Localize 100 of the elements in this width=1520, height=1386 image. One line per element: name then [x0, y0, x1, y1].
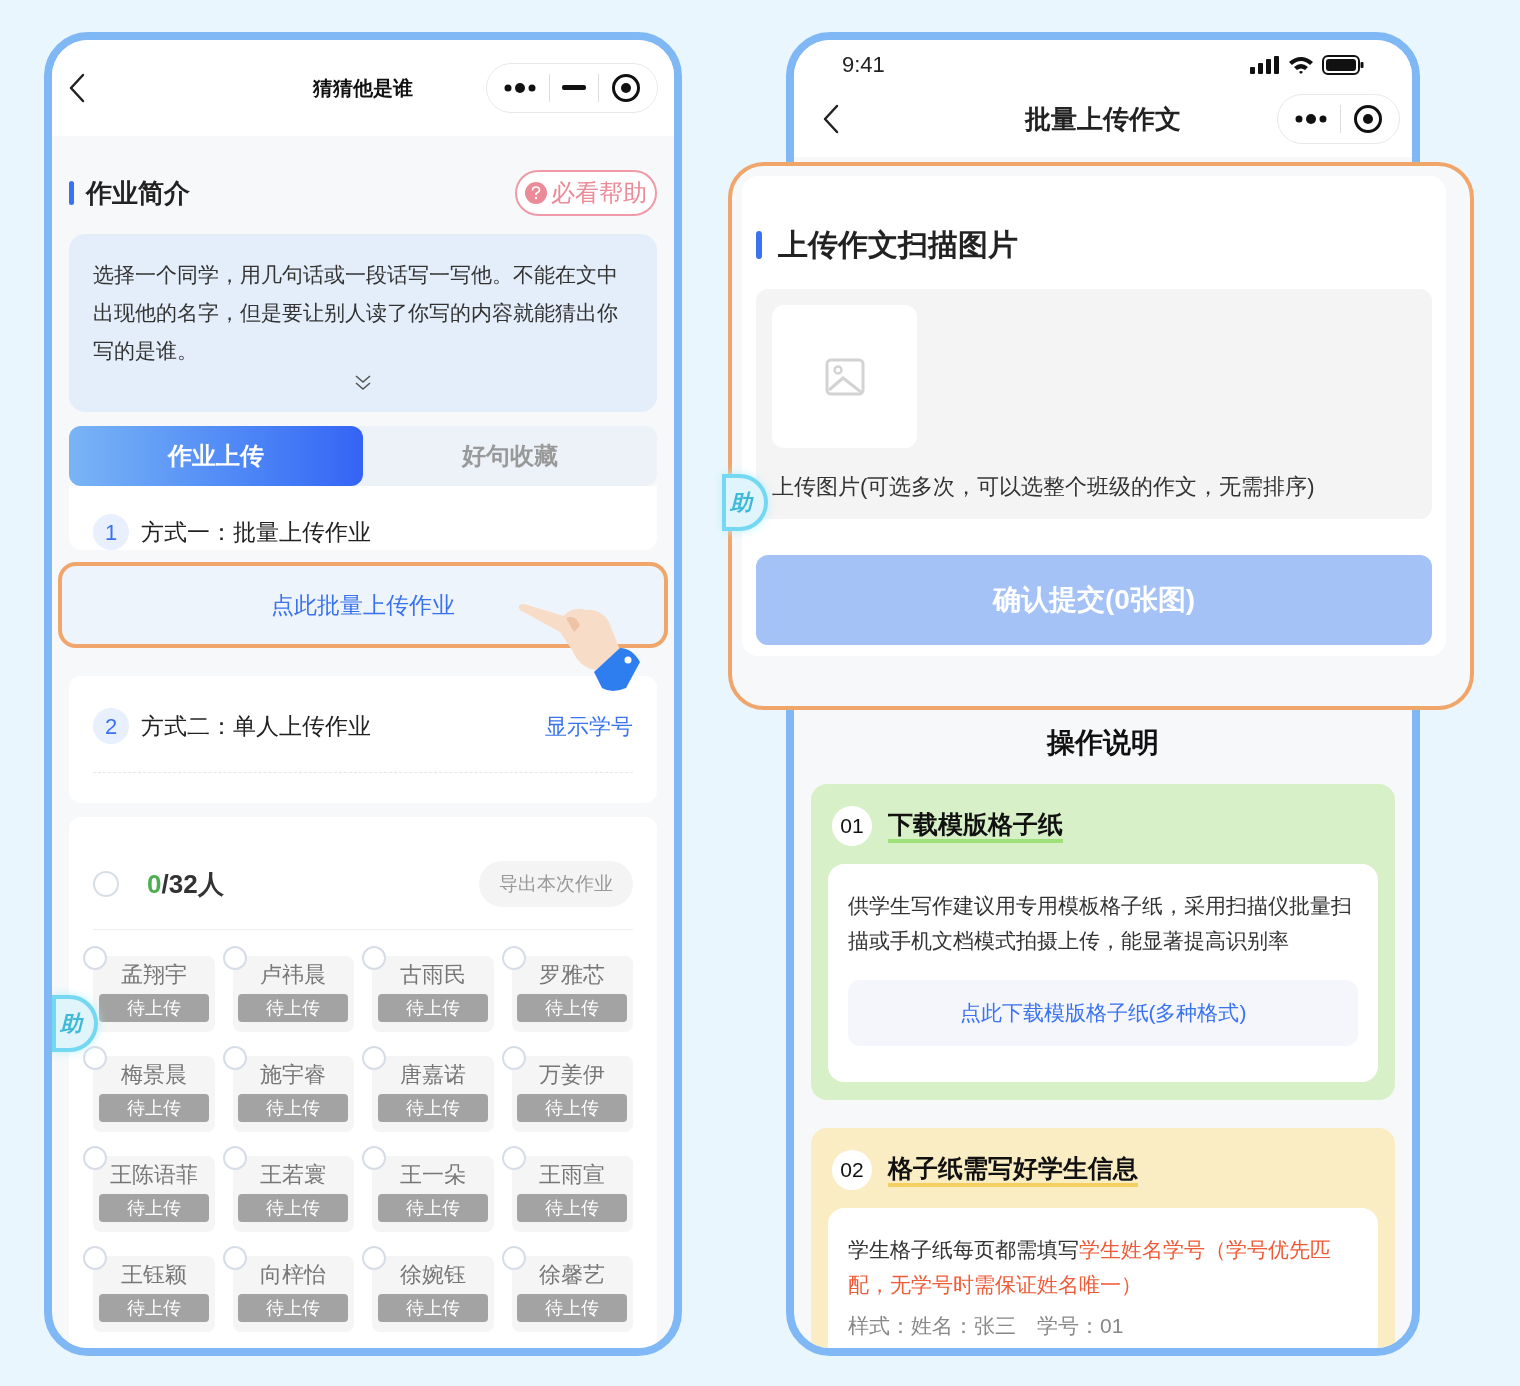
radio-button[interactable]: [501, 946, 526, 970]
radio-button[interactable]: [83, 946, 107, 970]
student-name: 万姜伊: [539, 1061, 606, 1089]
student-name: 王钰颖: [120, 1261, 187, 1289]
status-badge: 待上传: [238, 1194, 349, 1222]
student-tile[interactable]: 罗雅芯 待上传: [511, 956, 633, 1032]
student-name: 王雨宣: [539, 1161, 606, 1189]
status-badge: 待上传: [238, 1094, 349, 1122]
status-badge: 待上传: [377, 1294, 488, 1322]
student-tile[interactable]: 孟翔宇 待上传: [93, 956, 215, 1032]
radio-button[interactable]: [222, 1146, 247, 1170]
expand-icon[interactable]: [353, 374, 373, 392]
more-icon[interactable]: [1294, 113, 1328, 125]
student-tile[interactable]: 梅景晨 待上传: [93, 1056, 215, 1132]
student-name: 向梓怡: [260, 1261, 327, 1289]
radio-button[interactable]: [501, 1046, 526, 1070]
status-badge: 待上传: [238, 1294, 349, 1322]
show-id-link[interactable]: 显示学号: [545, 709, 633, 743]
radio-button[interactable]: [362, 946, 386, 970]
radio-button[interactable]: [83, 1246, 107, 1270]
section-title: 上传作文扫描图片: [778, 227, 1018, 263]
student-tile[interactable]: 王一朵 待上传: [372, 1156, 494, 1232]
student-name: 王一朵: [399, 1161, 466, 1189]
student-name: 梅景晨: [120, 1061, 187, 1089]
battery-icon: [1322, 54, 1364, 75]
radio-button[interactable]: [501, 1146, 526, 1170]
step-number: 01: [832, 806, 872, 846]
student-tile[interactable]: 徐馨艺 待上传: [511, 1256, 633, 1332]
page-title: 猜猜他是谁: [313, 76, 413, 101]
status-badge: 待上传: [98, 1094, 209, 1122]
step-number: 1: [93, 514, 129, 550]
step-description: 供学生写作建议用专用模板格子纸，采用扫描仪批量扫描或手机文档模式拍摄上传，能显著提高识别率: [848, 893, 1353, 954]
minimize-icon[interactable]: [562, 85, 586, 91]
more-icon[interactable]: [503, 82, 537, 94]
format-note: 样式：姓名：张三 学号：01: [848, 1313, 1125, 1339]
student-tile[interactable]: 王雨宣 待上传: [511, 1156, 633, 1232]
back-icon[interactable]: [822, 104, 840, 134]
radio-button[interactable]: [362, 1146, 386, 1170]
batch-upload-button[interactable]: 点此批量上传作业: [58, 562, 668, 648]
student-tile[interactable]: 王陈语菲 待上传: [93, 1156, 215, 1232]
upload-hint: 上传图片(可选多次，可以选整个班级的作文，无需排序): [772, 473, 1316, 501]
step-number: 2: [93, 708, 129, 744]
radio-button[interactable]: [222, 946, 247, 970]
student-name: 卢祎晨: [260, 961, 327, 989]
step-title: 下载模版格子纸: [888, 809, 1063, 843]
section-title: 操作说明: [1047, 726, 1159, 760]
radio-button[interactable]: [362, 1046, 386, 1070]
radio-button[interactable]: [222, 1046, 247, 1070]
student-tile[interactable]: 古雨民 待上传: [372, 956, 494, 1032]
status-badge: 待上传: [98, 1294, 209, 1322]
status-badge: 待上传: [517, 1294, 628, 1322]
radio-button[interactable]: [501, 1246, 526, 1270]
section-title: 作业简介: [86, 176, 190, 210]
download-link-button[interactable]: 点此下载模版格子纸(多种格式): [848, 980, 1358, 1046]
status-badge: 待上传: [238, 994, 349, 1022]
student-name: 孟翔宇: [120, 961, 187, 989]
student-tile[interactable]: 徐婉钰 待上传: [372, 1256, 494, 1332]
student-name: 王若寰: [260, 1161, 327, 1189]
back-icon[interactable]: [68, 73, 86, 103]
student-tile[interactable]: 向梓怡 待上传: [232, 1256, 354, 1332]
student-name: 徐婉钰: [399, 1261, 466, 1289]
tab[interactable]: 作业上传: [69, 426, 363, 486]
status-badge: 待上传: [517, 1194, 628, 1222]
status-badge: 待上传: [517, 994, 628, 1022]
student-tile[interactable]: 施宇睿 待上传: [232, 1056, 354, 1132]
student-name: 徐馨艺: [539, 1261, 606, 1289]
upload-count: 0/32人: [147, 867, 224, 901]
student-tile[interactable]: 万姜伊 待上传: [511, 1056, 633, 1132]
step-description: 学生格子纸每页都需填写学生姓名学号（学号优先匹配，无学号时需保证姓名唯一）: [848, 1237, 1332, 1298]
target-icon[interactable]: [611, 73, 641, 103]
signal-icon: [1250, 55, 1280, 74]
student-name: 王陈语菲: [109, 1161, 198, 1189]
step-number: 02: [832, 1150, 872, 1190]
status-badge: 待上传: [98, 994, 209, 1022]
page-title: 批量上传作文: [1025, 102, 1181, 136]
status-badge: 待上传: [98, 1194, 209, 1222]
target-icon[interactable]: [1353, 104, 1383, 134]
student-tile[interactable]: 王钰颖 待上传: [93, 1256, 215, 1332]
student-tile[interactable]: 王若寰 待上传: [232, 1156, 354, 1232]
student-tile[interactable]: 卢祎晨 待上传: [232, 956, 354, 1032]
status-time: 9:41: [842, 51, 885, 79]
export-button[interactable]: 导出本次作业: [479, 861, 633, 907]
radio-button[interactable]: [83, 1146, 107, 1170]
status-badge: 待上传: [377, 1094, 488, 1122]
accent-bar: [756, 230, 762, 259]
radio-button[interactable]: [83, 1046, 107, 1070]
student-name: 唐嘉诺: [399, 1061, 466, 1089]
accent-bar: [69, 181, 74, 205]
student-name: 古雨民: [399, 961, 466, 989]
status-badge: 待上传: [517, 1094, 628, 1122]
status-badge: 待上传: [377, 1194, 488, 1222]
method-label: 方式一：批量上传作业: [141, 517, 371, 547]
tab[interactable]: 好句收藏: [363, 426, 657, 486]
radio-button[interactable]: [93, 871, 119, 897]
radio-button[interactable]: [362, 1246, 386, 1270]
upload-area[interactable]: 上传图片(可选多次，可以选整个班级的作文，无需排序): [756, 289, 1432, 519]
radio-button[interactable]: [222, 1246, 247, 1270]
student-tile[interactable]: 唐嘉诺 待上传: [372, 1056, 494, 1132]
image-icon: [824, 357, 865, 396]
help-button[interactable]: 必看帮助: [515, 170, 657, 216]
